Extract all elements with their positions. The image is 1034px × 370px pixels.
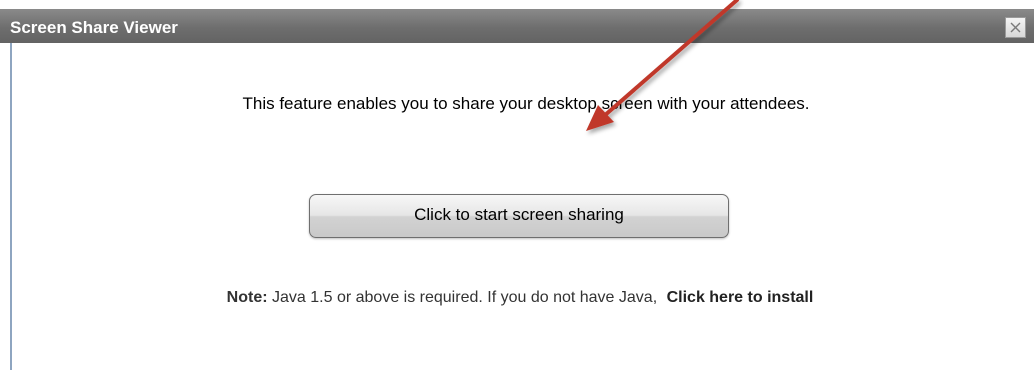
title-bar[interactable]: Screen Share Viewer — [0, 9, 1034, 43]
note-label: Note: — [226, 289, 268, 306]
java-note: Note: Java 1.5 or above is required. If … — [0, 287, 1034, 309]
note-text: Java 1.5 or above is required. If you do… — [272, 289, 658, 306]
screen-share-dialog: Screen Share Viewer This feature enables… — [0, 0, 1034, 370]
dialog-title: Screen Share Viewer — [10, 18, 178, 37]
install-java-link[interactable]: Click here to install — [667, 289, 814, 306]
close-button[interactable] — [1005, 17, 1026, 38]
feature-description-text: This feature enables you to share your d… — [242, 94, 810, 113]
annotation-arrow-icon — [586, 0, 739, 131]
start-screen-sharing-button[interactable]: Click to start screen sharing — [309, 194, 729, 238]
feature-description: This feature enables you to share your d… — [0, 93, 1034, 115]
close-icon — [1010, 22, 1021, 33]
